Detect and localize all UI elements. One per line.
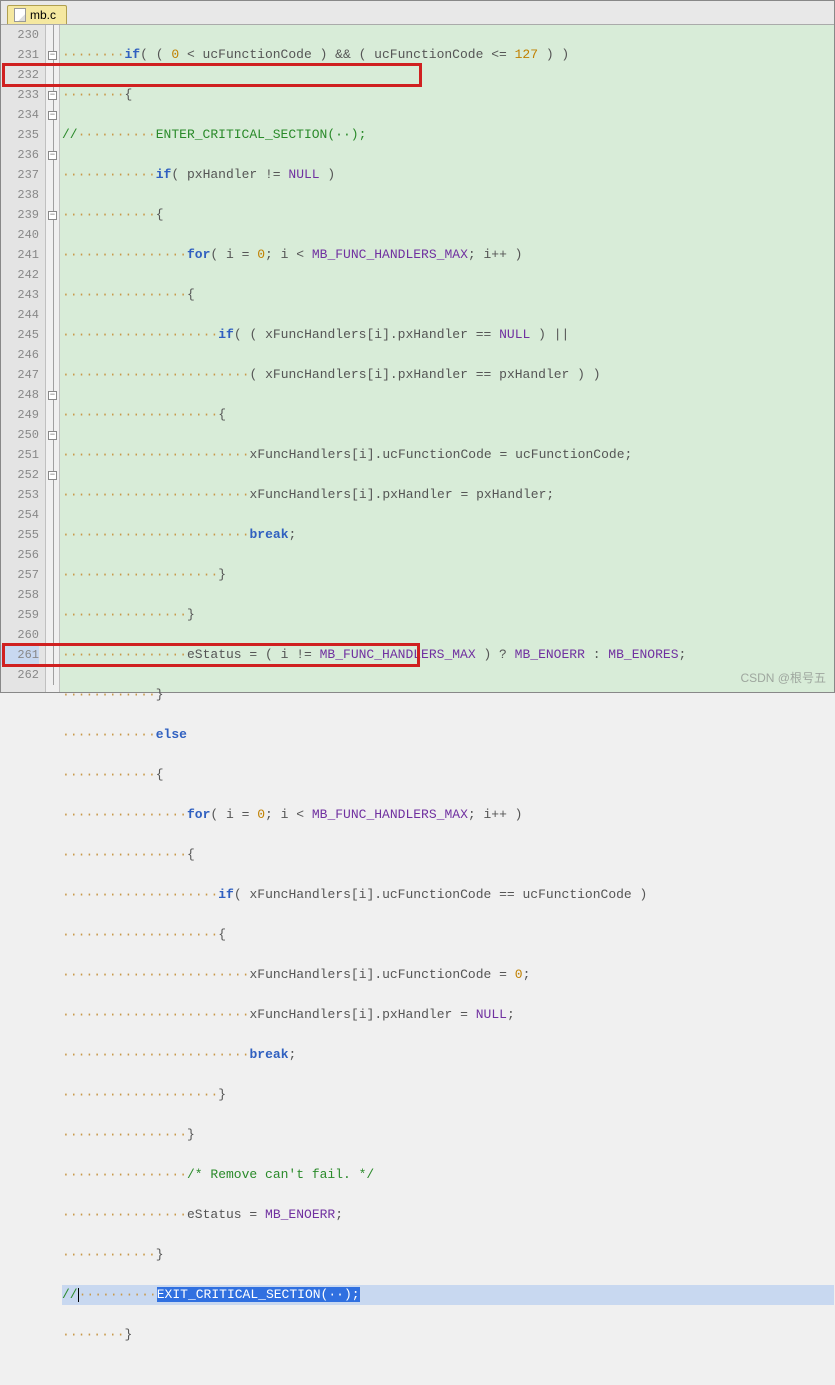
fold-toggle-icon[interactable]: − <box>48 211 57 220</box>
fold-toggle-icon[interactable]: − <box>48 111 57 120</box>
code-line[interactable]: ····················if( xFuncHandlers[i]… <box>62 885 834 905</box>
code-line[interactable]: ················{ <box>62 845 834 865</box>
code-line[interactable]: ············{ <box>62 205 834 225</box>
code-line[interactable]: ············if( pxHandler != NULL ) <box>62 165 834 185</box>
code-line[interactable]: ················eStatus = MB_ENOERR; <box>62 1205 834 1225</box>
code-line[interactable]: ········if( ( 0 < ucFunctionCode ) && ( … <box>62 45 834 65</box>
tab-bar: mb.c <box>1 1 834 25</box>
code-line[interactable]: ····················} <box>62 1085 834 1105</box>
code-line[interactable]: ························xFuncHandlers[i]… <box>62 965 834 985</box>
code-editor[interactable]: 2302312322332342352362372382392402412422… <box>1 25 834 692</box>
code-line[interactable]: //··········ENTER_CRITICAL_SECTION(··); <box>62 125 834 145</box>
code-line[interactable]: ····················} <box>62 565 834 585</box>
code-line[interactable]: ············} <box>62 685 834 705</box>
code-line[interactable]: ············{ <box>62 765 834 785</box>
code-line[interactable]: ················/* Remove can't fail. */ <box>62 1165 834 1185</box>
code-line[interactable]: ························xFuncHandlers[i]… <box>62 1005 834 1025</box>
code-line[interactable]: ························xFuncHandlers[i]… <box>62 485 834 505</box>
code-line[interactable]: ················} <box>62 605 834 625</box>
code-line[interactable]: ····················if( ( xFuncHandlers[… <box>62 325 834 345</box>
fold-toggle-icon[interactable]: − <box>48 51 57 60</box>
fold-column: − − − − − − − − <box>46 25 60 692</box>
watermark: CSDN @根号五 <box>740 669 826 686</box>
code-line[interactable]: ········} <box>62 1325 834 1345</box>
code-line[interactable]: ················eStatus = ( i != MB_FUNC… <box>62 645 834 665</box>
line-number-gutter: 2302312322332342352362372382392402412422… <box>1 25 46 692</box>
code-line[interactable]: ········{ <box>62 85 834 105</box>
code-line[interactable]: ················for( i = 0; i < MB_FUNC_… <box>62 805 834 825</box>
code-line[interactable]: ················for( i = 0; i < MB_FUNC_… <box>62 245 834 265</box>
code-line[interactable]: ························xFuncHandlers[i]… <box>62 445 834 465</box>
code-line[interactable]: ························( xFuncHandlers[… <box>62 365 834 385</box>
code-line[interactable]: ············else <box>62 725 834 745</box>
code-line[interactable]: ························break; <box>62 1045 834 1065</box>
fold-toggle-icon[interactable]: − <box>48 91 57 100</box>
code-line[interactable]: ················} <box>62 1125 834 1145</box>
code-line[interactable]: ····················{ <box>62 405 834 425</box>
fold-toggle-icon[interactable]: − <box>48 471 57 480</box>
code-line[interactable]: ························break; <box>62 525 834 545</box>
tab-filename: mb.c <box>30 8 56 22</box>
file-icon <box>14 8 26 22</box>
code-area[interactable]: ········if( ( 0 < ucFunctionCode ) && ( … <box>60 25 834 692</box>
code-line[interactable]: ················{ <box>62 285 834 305</box>
fold-toggle-icon[interactable]: − <box>48 431 57 440</box>
fold-toggle-icon[interactable]: − <box>48 391 57 400</box>
code-line[interactable]: ····················{ <box>62 925 834 945</box>
fold-toggle-icon[interactable]: − <box>48 151 57 160</box>
file-tab[interactable]: mb.c <box>7 5 67 24</box>
code-line[interactable]: ············} <box>62 1245 834 1265</box>
code-line-current[interactable]: //··········EXIT_CRITICAL_SECTION(··); <box>62 1285 834 1305</box>
